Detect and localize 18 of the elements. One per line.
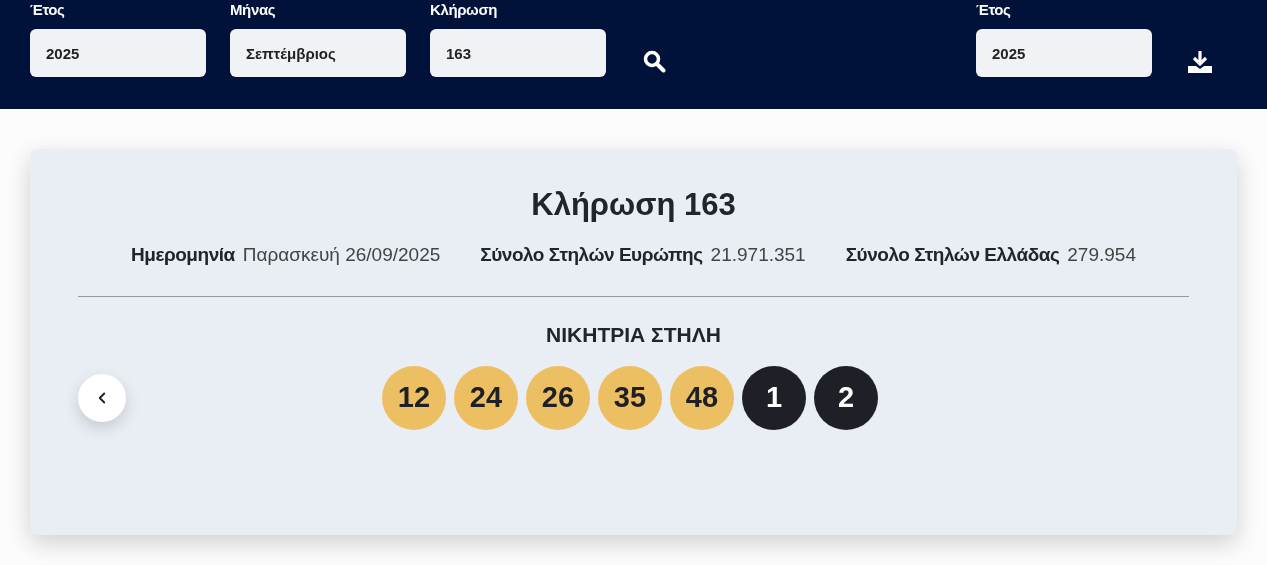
field-label: Έτος: [976, 1, 1012, 19]
download-icon[interactable]: [1187, 49, 1213, 75]
stat-value: 279.954: [1067, 243, 1136, 267]
stat-label: Ημερομηνία: [131, 243, 235, 267]
field-label: Κλήρωση: [430, 1, 499, 19]
stat-value: 21.971.351: [710, 243, 806, 267]
input-field[interactable]: Σεπτέμβριος: [230, 29, 406, 77]
input-field[interactable]: 2025: [30, 29, 206, 77]
stat-label: Σύνολο Στηλών Ευρώπης: [480, 243, 703, 267]
search-icon[interactable]: [642, 49, 666, 73]
stat-label: Σύνολο Στηλών Ελλάδας: [845, 243, 1060, 267]
field-label: Έτος: [30, 1, 66, 19]
draw-title: Κλήρωση 163: [531, 187, 736, 223]
input-field[interactable]: 163: [430, 29, 606, 77]
input-field[interactable]: 2025: [976, 29, 1152, 77]
field-label: Μήνας: [230, 1, 277, 19]
winning-title: ΝΙΚΗΤΡΙΑ ΣΤΗΛΗ: [546, 321, 721, 348]
stat-value: Παρασκευή 26/09/2025: [242, 243, 441, 267]
